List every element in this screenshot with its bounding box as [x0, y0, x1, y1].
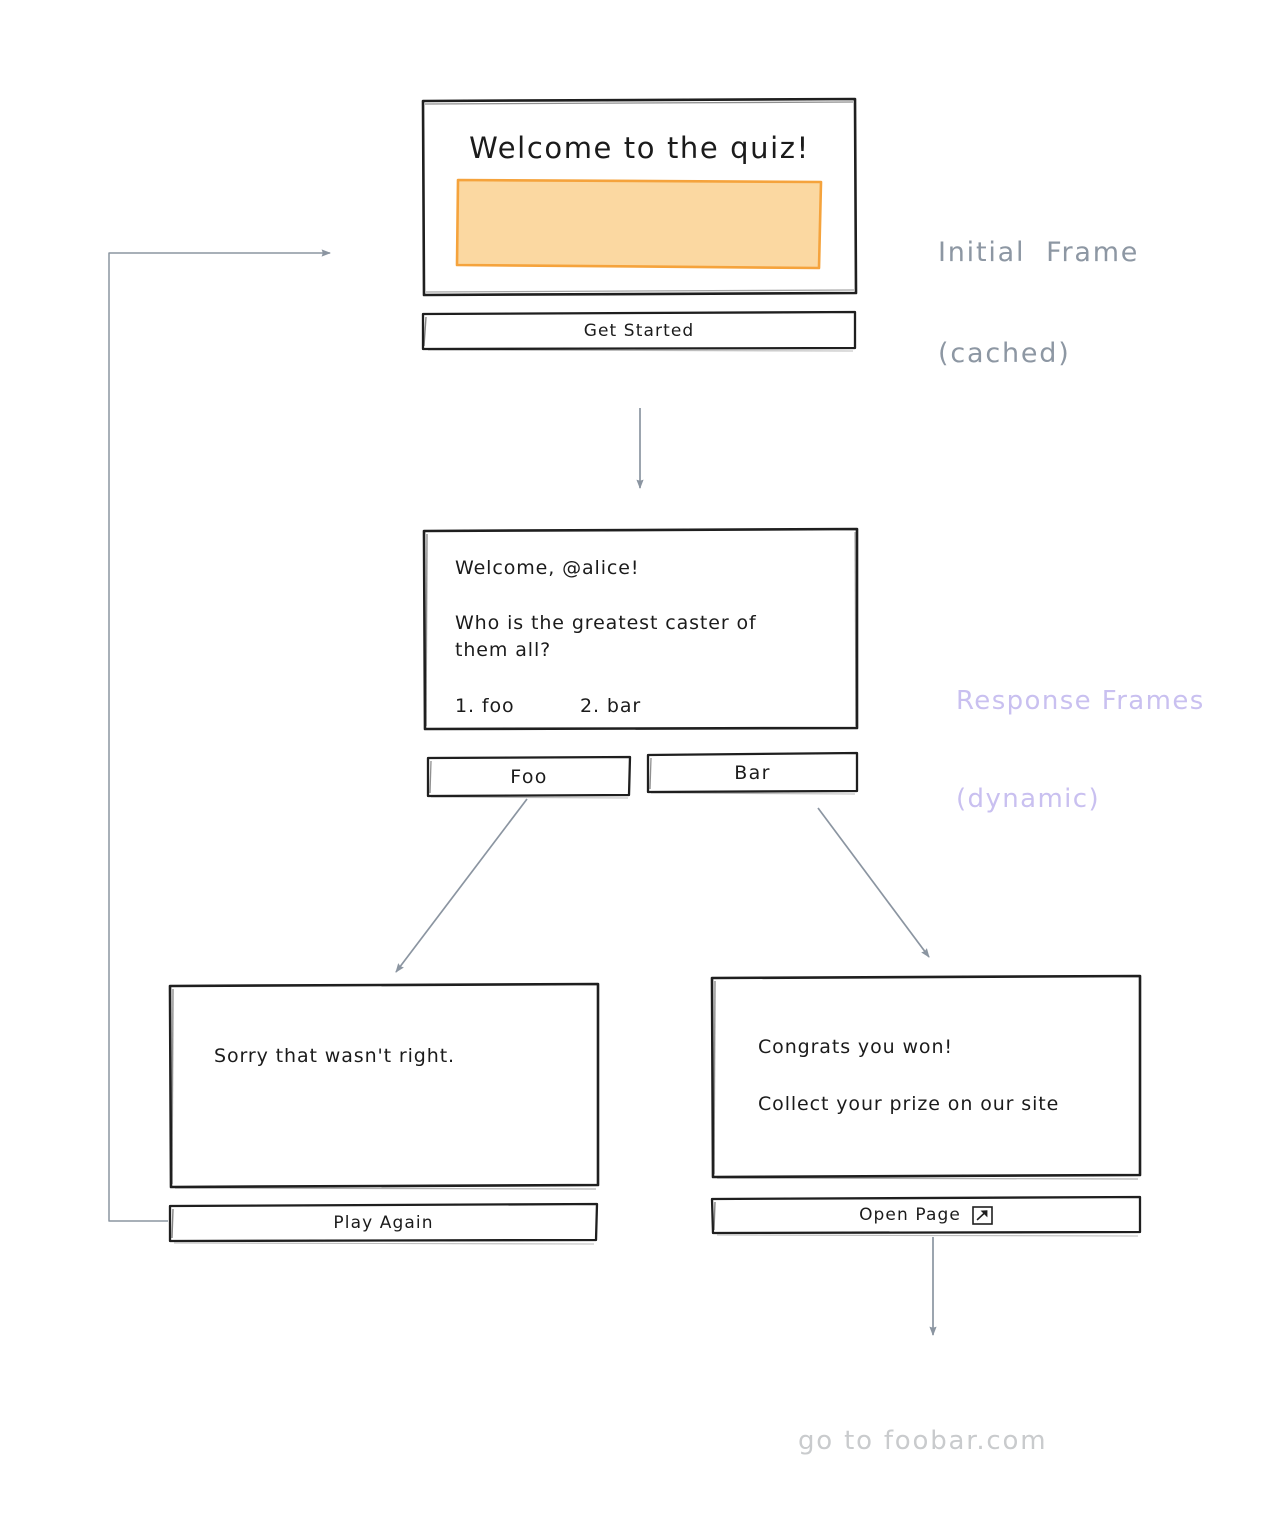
play-again-button[interactable]: Play Again	[170, 1204, 597, 1241]
annotation-initial-frame: Initial Frame (cached)	[938, 168, 1139, 438]
open-page-button-label: Open Page	[859, 1205, 961, 1225]
annotation-initial-frame-line2: (cached)	[938, 337, 1071, 369]
foo-button-label: Foo	[510, 765, 548, 788]
annotation-initial-frame-line1: Initial Frame	[938, 236, 1140, 268]
play-again-button-label: Play Again	[333, 1212, 434, 1233]
annotation-go-to-foobar-line1: go to foobar.com	[798, 1426, 1048, 1456]
question-frame: Welcome, @alice! Who is the greatest cas…	[424, 529, 857, 729]
open-page-button-content: Open Page	[712, 1197, 1140, 1233]
diagram-canvas: Welcome to the quiz! Get Started Welcome…	[0, 0, 1271, 1456]
bar-button-label: Bar	[734, 761, 771, 784]
annotation-response-frames-line2: (dynamic)	[956, 783, 1101, 814]
win-frame-message-line2: Collect your prize on our site	[758, 1093, 1060, 1115]
question-frame-question-line1: Who is the greatest caster of	[455, 612, 757, 634]
get-started-button[interactable]: Get Started	[423, 312, 855, 349]
foo-button[interactable]: Foo	[428, 757, 630, 796]
wrong-answer-frame: Sorry that wasn't right.	[170, 984, 598, 1187]
annotation-response-frames-line1: Response Frames	[956, 686, 1205, 716]
annotation-go-to-foobar: go to foobar.com	[798, 1360, 1047, 1523]
wrong-answer-message: Sorry that wasn't right.	[214, 1045, 455, 1067]
welcome-frame-title: Welcome to the quiz!	[469, 131, 810, 165]
question-frame-question-line2: them all?	[455, 639, 552, 661]
annotation-response-frames: Response Frames (dynamic)	[956, 620, 1205, 880]
open-page-button[interactable]: Open Page	[712, 1197, 1140, 1233]
welcome-frame: Welcome to the quiz!	[423, 99, 856, 295]
question-frame-option-2: 2. bar	[580, 695, 642, 717]
win-frame-message-line1: Congrats you won!	[758, 1036, 953, 1058]
get-started-button-label: Get Started	[583, 320, 695, 341]
text-layer: Welcome to the quiz! Get Started Welcome…	[0, 0, 1271, 1456]
external-link-icon	[972, 1205, 993, 1225]
win-frame: Congrats you won! Collect your prize on …	[712, 976, 1140, 1177]
bar-button[interactable]: Bar	[648, 753, 857, 792]
question-frame-greeting: Welcome, @alice!	[455, 557, 640, 579]
